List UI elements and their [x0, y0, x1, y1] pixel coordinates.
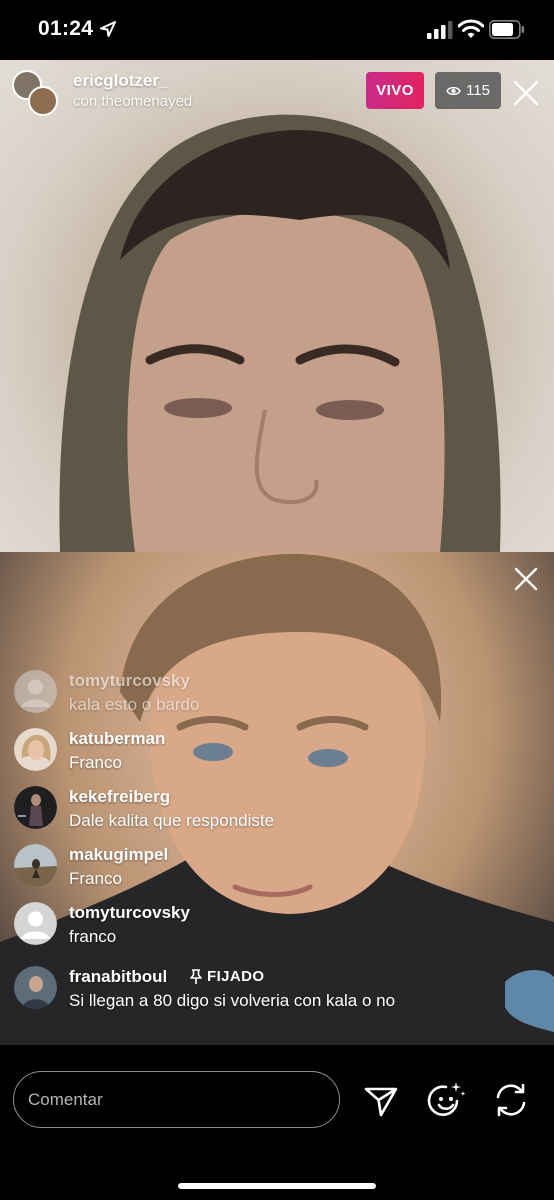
face-effects-icon — [427, 1082, 466, 1116]
comment-username[interactable]: kekefreiberg — [69, 787, 170, 807]
comment-text: Franco — [69, 753, 122, 772]
comment-avatar[interactable] — [14, 670, 57, 713]
switch-camera-button[interactable] — [491, 1080, 531, 1120]
avatar-photo — [14, 966, 57, 1009]
comment-username[interactable]: franabitboul — [69, 967, 167, 987]
comment-text: Dale kalita que respondiste — [69, 811, 275, 830]
comment-avatar[interactable] — [14, 966, 57, 1009]
wifi-icon — [458, 19, 484, 38]
close-guest-icon[interactable] — [513, 566, 539, 592]
host-video — [0, 60, 554, 552]
comment-text: kala esto o bardo — [69, 695, 200, 714]
comment-text: franco — [69, 927, 117, 946]
host-username[interactable]: ericglotzer_ — [73, 71, 168, 91]
comment-username[interactable]: tomyturcovsky — [69, 671, 190, 691]
comment-avatar[interactable] — [14, 844, 57, 887]
location-arrow-icon — [100, 21, 116, 37]
comment-text: Si llegan a 80 digo si volveria con kala… — [69, 991, 396, 1010]
comment-item[interactable]: katuberman Franco — [0, 724, 554, 778]
comment-avatar[interactable] — [14, 728, 57, 771]
avatar-photo — [14, 844, 57, 887]
comment-item[interactable]: tomyturcovsky franco — [0, 898, 554, 952]
comment-input[interactable] — [13, 1071, 340, 1128]
viewer-count: 115 — [466, 82, 490, 99]
comment-text: Franco — [69, 869, 122, 888]
avatar-photo — [14, 786, 57, 829]
host-subtitle: con theomenayed — [73, 93, 193, 110]
default-avatar-icon — [14, 670, 57, 713]
comment-username[interactable]: katuberman — [69, 729, 165, 749]
pinned-comment[interactable]: franabitboul FIJADO Si llegan a 80 digo … — [0, 962, 554, 1016]
bottom-bar — [0, 1045, 554, 1200]
comment-avatar[interactable] — [14, 902, 57, 945]
pinned-label: FIJADO — [190, 968, 264, 985]
comment-avatar[interactable] — [14, 786, 57, 829]
send-button[interactable] — [361, 1080, 401, 1120]
status-time: 01:24 — [38, 17, 94, 40]
avatar-photo — [14, 728, 57, 771]
switch-camera-icon — [496, 1083, 526, 1117]
eye-icon — [446, 86, 461, 95]
battery-icon — [489, 20, 524, 39]
default-avatar-icon — [14, 902, 57, 945]
comment-item[interactable]: kekefreiberg Dale kalita que respondiste — [0, 782, 554, 836]
comment-username[interactable]: tomyturcovsky — [69, 903, 190, 923]
comment-item[interactable]: tomyturcovsky kala esto o bardo — [0, 666, 554, 720]
home-indicator[interactable] — [178, 1183, 376, 1189]
comment-item[interactable]: makugimpel Franco — [0, 840, 554, 894]
live-badge: VIVO — [366, 72, 424, 109]
signal-icon — [427, 21, 453, 39]
send-icon — [364, 1087, 398, 1117]
guest-avatar[interactable] — [28, 86, 58, 116]
comment-username[interactable]: makugimpel — [69, 845, 168, 865]
face-effects-button[interactable] — [426, 1080, 466, 1120]
status-bar: 01:24 — [0, 0, 554, 60]
pinned-text: FIJADO — [207, 968, 265, 985]
close-icon[interactable] — [512, 79, 540, 107]
live-header: ericglotzer_ con theomenayed VIVO 115 — [0, 60, 554, 130]
host-video-frame — [59, 114, 501, 552]
viewer-count-button[interactable]: 115 — [435, 72, 501, 109]
pin-icon — [190, 969, 202, 984]
host-avatars[interactable] — [12, 70, 58, 116]
